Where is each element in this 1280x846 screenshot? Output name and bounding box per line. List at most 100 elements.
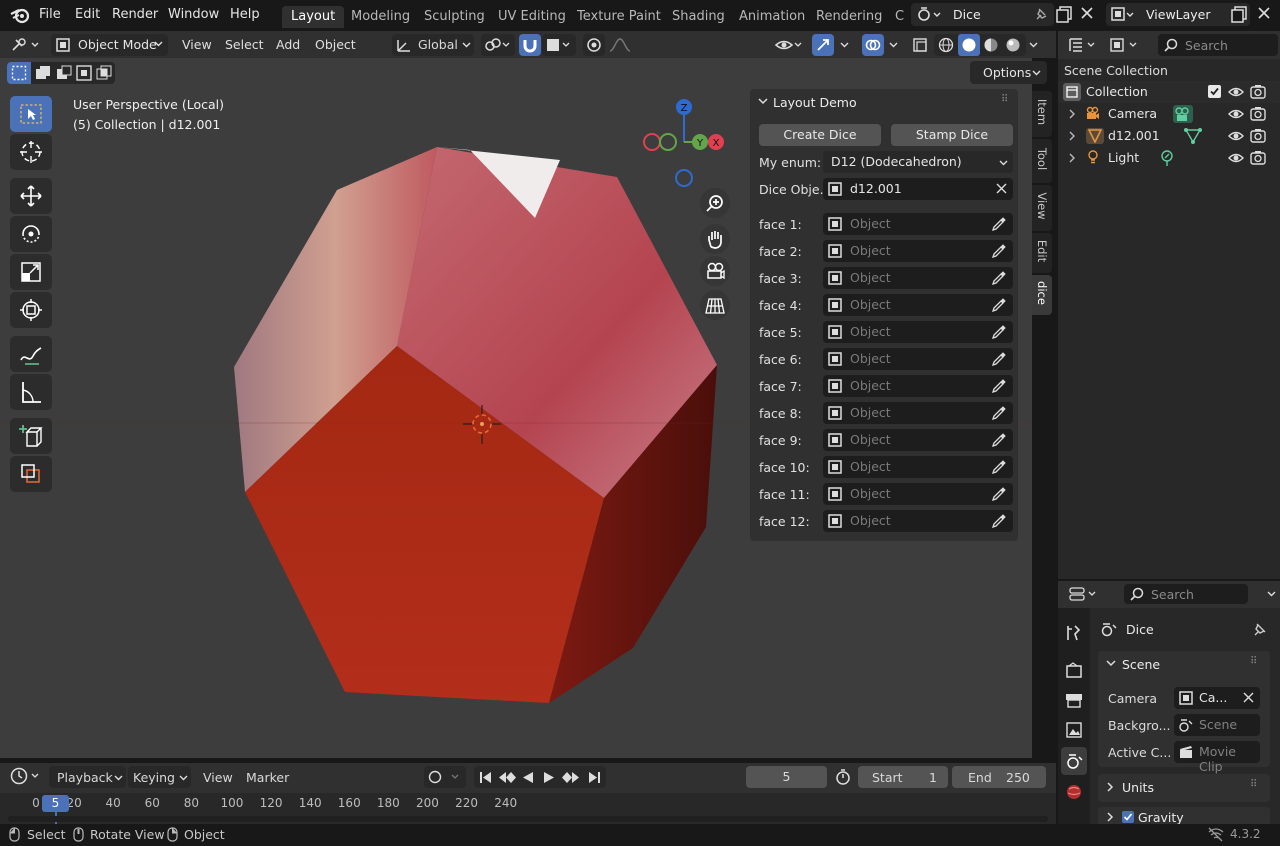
eye-icon[interactable] bbox=[1228, 129, 1244, 143]
eyedropper-icon[interactable] bbox=[991, 432, 1007, 448]
selectability-visibility[interactable] bbox=[771, 34, 808, 56]
rendered-shading-icon[interactable] bbox=[1005, 37, 1021, 53]
eyedropper-icon[interactable] bbox=[991, 513, 1007, 529]
background-field[interactable]: Scene bbox=[1174, 714, 1260, 736]
eye-icon[interactable] bbox=[1228, 85, 1244, 99]
chevron-down-icon[interactable] bbox=[1267, 591, 1276, 597]
tool-add-cube[interactable] bbox=[10, 418, 52, 454]
timeline-view-menu[interactable]: View bbox=[203, 770, 233, 785]
tool-measure[interactable] bbox=[10, 374, 52, 410]
tab-animation[interactable]: Animation bbox=[730, 6, 814, 28]
tab-compositing[interactable]: C bbox=[886, 6, 913, 28]
eyedropper-icon[interactable] bbox=[991, 351, 1007, 367]
menu-file[interactable]: File bbox=[39, 7, 61, 22]
snap-toggle[interactable] bbox=[519, 34, 541, 56]
sidetab-item[interactable]: Item bbox=[1032, 91, 1052, 137]
proportional-editing-toggle[interactable] bbox=[583, 34, 605, 56]
scene-selector[interactable]: Dice bbox=[911, 3, 1054, 26]
falloff-icon[interactable] bbox=[608, 37, 638, 53]
zoom-button[interactable] bbox=[700, 188, 730, 218]
render-camera-icon[interactable] bbox=[1250, 106, 1266, 121]
clear-icon[interactable] bbox=[1243, 692, 1254, 703]
eyedropper-icon[interactable] bbox=[991, 486, 1007, 502]
eyedropper-icon[interactable] bbox=[991, 378, 1007, 394]
close-scene-icon[interactable] bbox=[1080, 6, 1094, 20]
gizmo-neg-y[interactable] bbox=[659, 133, 677, 151]
pin-icon[interactable] bbox=[1252, 621, 1268, 637]
menu-select[interactable]: Select bbox=[225, 37, 264, 52]
tool-scale[interactable] bbox=[10, 254, 52, 290]
face-object-field[interactable]: Object bbox=[823, 213, 1013, 235]
pivot-point-selector[interactable] bbox=[481, 34, 515, 56]
tool-tab-icon[interactable] bbox=[1065, 624, 1083, 642]
pin-icon[interactable] bbox=[1034, 6, 1048, 22]
properties-editor-icon[interactable] bbox=[1068, 586, 1102, 602]
camera-view-button[interactable] bbox=[700, 256, 730, 286]
ortho-toggle-button[interactable] bbox=[700, 290, 730, 320]
marker-menu[interactable]: Marker bbox=[246, 770, 289, 785]
pan-button[interactable] bbox=[700, 224, 730, 254]
outliner-row-d12[interactable]: d12.001 bbox=[1058, 125, 1280, 147]
tab-sculpting[interactable]: Sculpting bbox=[415, 6, 494, 28]
gizmo-neg-x[interactable] bbox=[643, 133, 661, 151]
menu-object[interactable]: Object bbox=[315, 37, 356, 52]
new-scene-icon[interactable] bbox=[1056, 5, 1074, 23]
outliner-row-light[interactable]: Light bbox=[1058, 147, 1280, 169]
outliner-row-camera[interactable]: Camera bbox=[1058, 103, 1280, 125]
gravity-checkbox[interactable] bbox=[1122, 811, 1134, 823]
menu-window[interactable]: Window bbox=[168, 7, 219, 22]
chevron-down-icon[interactable] bbox=[758, 98, 768, 105]
outliner-row-collection[interactable]: Collection bbox=[1058, 81, 1280, 103]
enum-dropdown[interactable]: D12 (Dodecahedron) bbox=[823, 151, 1013, 173]
tab-shading[interactable]: Shading bbox=[663, 6, 734, 28]
snap-target[interactable] bbox=[542, 34, 576, 56]
sidetab-edit[interactable]: Edit bbox=[1032, 233, 1052, 273]
world-tab-icon[interactable] bbox=[1065, 783, 1083, 801]
chevron-down-icon[interactable] bbox=[889, 42, 898, 48]
gravity-panel[interactable]: Gravity bbox=[1098, 807, 1270, 824]
face-object-field[interactable]: Object bbox=[823, 267, 1013, 289]
face-object-field[interactable]: Object bbox=[823, 240, 1013, 262]
dice-object-field[interactable]: d12.001 bbox=[823, 178, 1013, 200]
play-reverse-icon[interactable] bbox=[522, 771, 534, 784]
render-tab-icon[interactable] bbox=[1065, 662, 1083, 680]
active-clip-field[interactable]: Movie Clip bbox=[1174, 741, 1260, 774]
create-dice-button[interactable]: Create Dice bbox=[759, 124, 881, 146]
d12-data-icon[interactable] bbox=[1183, 127, 1203, 145]
sidetab-view[interactable]: View bbox=[1032, 185, 1052, 231]
gizmo-neg-z[interactable] bbox=[675, 169, 693, 187]
face-object-field[interactable]: Object bbox=[823, 402, 1013, 424]
mode-selector[interactable]: Object Mode bbox=[51, 34, 168, 56]
eye-icon[interactable] bbox=[1228, 107, 1244, 121]
face-object-field[interactable]: Object bbox=[823, 429, 1013, 451]
output-tab-icon[interactable] bbox=[1065, 691, 1083, 709]
face-object-field[interactable]: Object bbox=[823, 294, 1013, 316]
tool-annotate[interactable] bbox=[10, 336, 52, 372]
tool-transform[interactable] bbox=[10, 292, 52, 328]
solid-shading-button[interactable] bbox=[958, 34, 980, 56]
tab-modeling[interactable]: Modeling bbox=[342, 6, 419, 28]
viewlayer-selector[interactable]: ViewLayer bbox=[1106, 3, 1250, 26]
eyedropper-icon[interactable] bbox=[991, 243, 1007, 259]
eyedropper-icon[interactable] bbox=[991, 270, 1007, 286]
menu-render[interactable]: Render bbox=[112, 7, 158, 22]
auto-keying-toggle[interactable] bbox=[424, 766, 466, 788]
tool-select-box[interactable] bbox=[10, 96, 52, 132]
frame-ruler[interactable]: 0 20 40 60 80 100 120 140 160 180 200 220 240 5 bbox=[0, 793, 1056, 824]
face-object-field[interactable]: Object bbox=[823, 321, 1013, 343]
light-data-icon[interactable] bbox=[1158, 149, 1176, 167]
prev-keyframe-icon[interactable] bbox=[498, 771, 516, 784]
end-frame-field[interactable]: End 250 bbox=[952, 766, 1046, 788]
clear-icon[interactable] bbox=[996, 183, 1007, 194]
tool-cursor[interactable] bbox=[10, 134, 52, 170]
eyedropper-icon[interactable] bbox=[991, 324, 1007, 340]
render-camera-icon[interactable] bbox=[1250, 150, 1266, 165]
navigation-gizmo[interactable]: Z X Y bbox=[640, 94, 730, 189]
face-object-field[interactable]: Object bbox=[823, 348, 1013, 370]
playhead[interactable]: 5 bbox=[42, 795, 69, 812]
tab-texture-paint[interactable]: Texture Paint bbox=[568, 6, 670, 28]
outliner-editor-icon[interactable] bbox=[1068, 37, 1100, 53]
jump-start-icon[interactable] bbox=[479, 771, 493, 784]
drag-handle-icon[interactable]: ⠿ bbox=[1250, 779, 1257, 790]
camera-field[interactable]: Ca... bbox=[1174, 687, 1260, 709]
